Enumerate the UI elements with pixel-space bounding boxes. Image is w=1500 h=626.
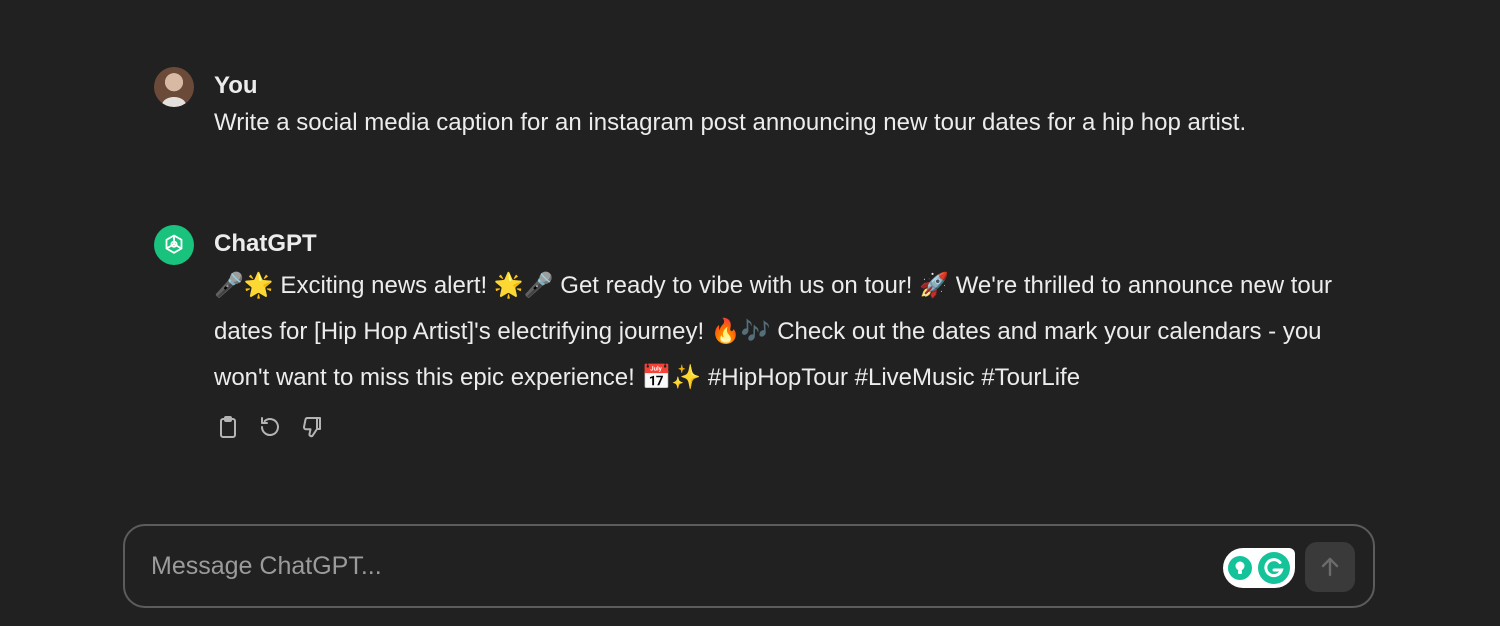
- message-actions: [214, 413, 1354, 441]
- grammarly-icon: [1258, 552, 1290, 584]
- user-avatar: [154, 67, 194, 107]
- message-composer: [123, 524, 1375, 608]
- clipboard-icon[interactable]: [214, 413, 242, 441]
- thumbs-down-icon[interactable]: [298, 413, 326, 441]
- user-message-body: You Write a social media caption for an …: [214, 67, 1354, 139]
- user-message: You Write a social media caption for an …: [154, 67, 1354, 139]
- send-button[interactable]: [1305, 542, 1355, 592]
- grammarly-widget[interactable]: [1223, 548, 1295, 588]
- assistant-message-text: 🎤🌟 Exciting news alert! 🌟🎤 Get ready to …: [214, 272, 1333, 391]
- lightbulb-icon: [1228, 556, 1252, 580]
- arrow-up-icon: [1321, 557, 1339, 577]
- message-input[interactable]: [125, 535, 1373, 597]
- chatgpt-logo-icon: [154, 225, 194, 265]
- chat-page: You Write a social media caption for an …: [0, 0, 1500, 626]
- assistant-message: ChatGPT 🎤🌟 Exciting news alert! 🌟🎤 Get r…: [154, 225, 1354, 441]
- regenerate-icon[interactable]: [256, 413, 284, 441]
- user-author-name: You: [214, 72, 258, 99]
- user-message-text: Write a social media caption for an inst…: [214, 109, 1247, 136]
- assistant-author-name: ChatGPT: [214, 230, 317, 257]
- assistant-message-body: ChatGPT 🎤🌟 Exciting news alert! 🌟🎤 Get r…: [214, 225, 1354, 441]
